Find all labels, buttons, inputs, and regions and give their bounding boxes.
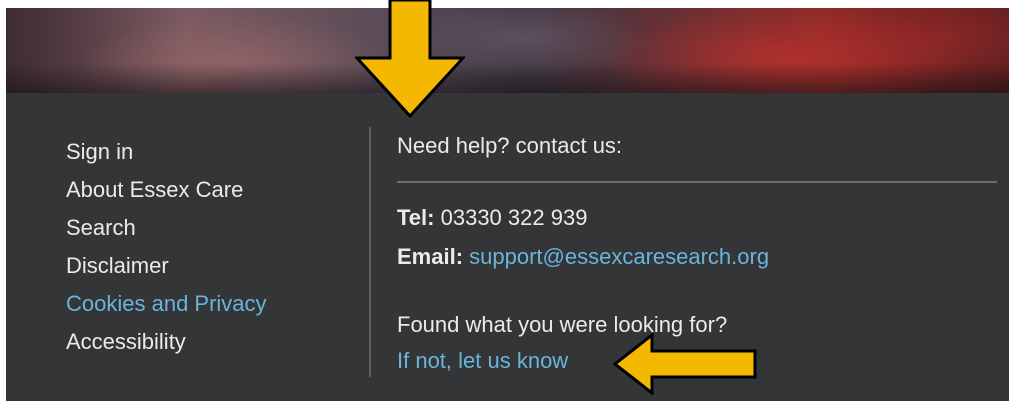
tel-label: Tel: [397, 205, 435, 230]
banner-shadow [6, 63, 1009, 93]
tel-line: Tel: 03330 322 939 [397, 205, 587, 231]
email-label: Email: [397, 244, 464, 269]
horizontal-divider [397, 181, 997, 183]
help-section: Need help? contact us: Tel: 03330 322 93… [397, 133, 997, 373]
hero-banner-image [6, 8, 1009, 93]
footer-nav: Sign in About Essex Care Search Disclaim… [66, 133, 267, 361]
feedback-link[interactable]: If not, let us know [397, 348, 568, 374]
help-title: Need help? contact us: [397, 133, 623, 158]
footer-link-disclaimer[interactable]: Disclaimer [66, 247, 267, 285]
footer-link-about[interactable]: About Essex Care [66, 171, 267, 209]
site-footer: Sign in About Essex Care Search Disclaim… [6, 93, 1009, 401]
footer-link-accessibility[interactable]: Accessibility [66, 323, 267, 361]
email-line: Email: support@essexcaresearch.org [397, 244, 769, 270]
footer-link-sign-in[interactable]: Sign in [66, 133, 267, 171]
footer-link-cookies-privacy[interactable]: Cookies and Privacy [66, 285, 267, 323]
page-root: Sign in About Essex Care Search Disclaim… [0, 0, 1009, 401]
down-arrow-annotation-icon [355, 0, 465, 118]
tel-value[interactable]: 03330 322 939 [441, 205, 588, 230]
vertical-divider [369, 127, 371, 377]
footer-link-search[interactable]: Search [66, 209, 267, 247]
left-arrow-annotation-icon [612, 333, 757, 395]
email-link[interactable]: support@essexcaresearch.org [469, 244, 769, 269]
